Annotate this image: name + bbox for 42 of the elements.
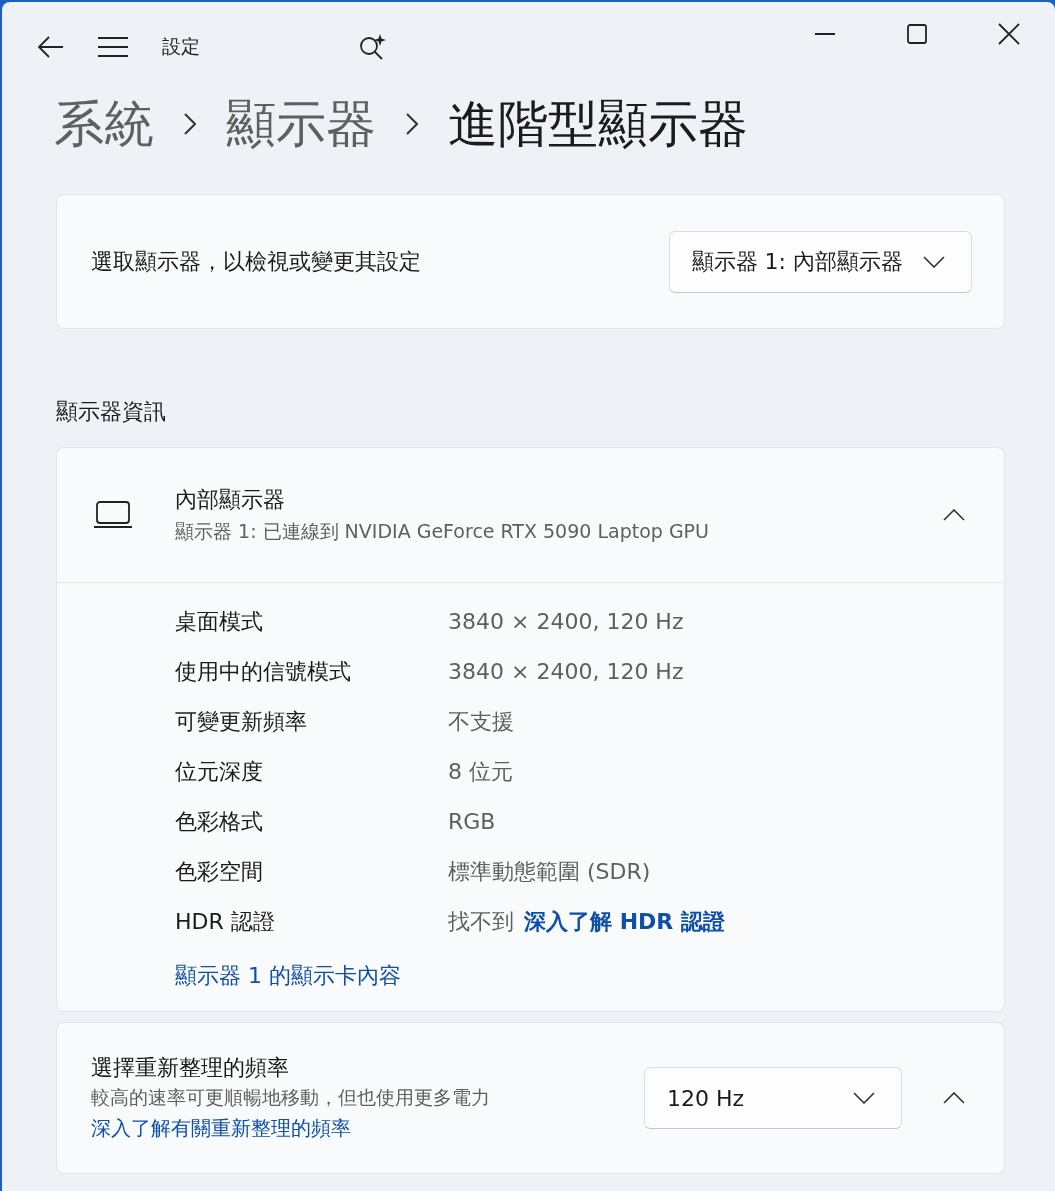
- display-subtitle: 顯示器 1: 已連線到 NVIDIA GeForce RTX 5090 Laptop GPU: [175, 519, 709, 544]
- display-dropdown[interactable]: 顯示器 1: 內部顯示器: [668, 230, 972, 293]
- menu-icon: [98, 37, 128, 57]
- info-label: 桌面模式: [175, 608, 264, 636]
- setting-description: 較高的速率可更順暢地移動，但也使用更多電力: [91, 1085, 490, 1110]
- minimize-icon: [815, 33, 835, 35]
- info-label: 色彩空間: [175, 858, 264, 886]
- info-label: 使用中的信號模式: [175, 658, 352, 686]
- setting-label: 選取顯示器，以檢視或變更其設定: [91, 247, 421, 276]
- chevron-up-icon: [943, 509, 965, 521]
- info-label: 色彩格式: [175, 808, 264, 836]
- back-arrow-icon: [38, 36, 64, 58]
- setting-title: 選擇重新整理的頻率: [91, 1054, 290, 1082]
- chevron-down-icon: [923, 255, 945, 268]
- info-value: 3840 × 2400, 120 Hz: [448, 658, 684, 686]
- laptop-icon: [93, 501, 133, 529]
- chevron-down-icon: [853, 1092, 875, 1104]
- info-value: 標準動態範圍 (SDR): [448, 858, 651, 886]
- window-title: 設定: [162, 34, 200, 59]
- refresh-rate-dropdown[interactable]: 120 Hz: [644, 1067, 902, 1129]
- breadcrumb-link[interactable]: 系統: [54, 90, 154, 158]
- info-value: RGB: [448, 808, 496, 836]
- info-value: 8 位元: [448, 758, 513, 786]
- info-label: 位元深度: [175, 758, 264, 786]
- info-value: 3840 × 2400, 120 Hz: [448, 608, 684, 636]
- breadcrumb-link[interactable]: 顯示器: [226, 90, 376, 158]
- learn-more-link[interactable]: 深入了解有關重新整理的頻率: [91, 1113, 490, 1143]
- info-label: 可變更新頻率: [175, 708, 308, 736]
- chevron-up-icon: [943, 1092, 965, 1104]
- section-title: 顯示器資訊: [56, 398, 167, 426]
- search-sparkle-icon: [358, 32, 388, 62]
- adapter-properties-link[interactable]: 顯示器 1 的顯示卡內容: [175, 963, 401, 988]
- display-name: 內部顯示器: [175, 486, 286, 514]
- chevron-right-icon: [184, 113, 196, 135]
- page-title: 進階型顯示器: [448, 93, 748, 155]
- chevron-right-icon: [406, 113, 418, 135]
- maximize-icon: [907, 24, 927, 44]
- close-icon: [998, 23, 1020, 45]
- info-label: HDR 認證: [175, 908, 276, 936]
- learn-more-link[interactable]: 深入了解 HDR 認證: [524, 905, 725, 939]
- info-value: 找不到: [448, 908, 514, 936]
- info-value: 不支援: [448, 708, 514, 736]
